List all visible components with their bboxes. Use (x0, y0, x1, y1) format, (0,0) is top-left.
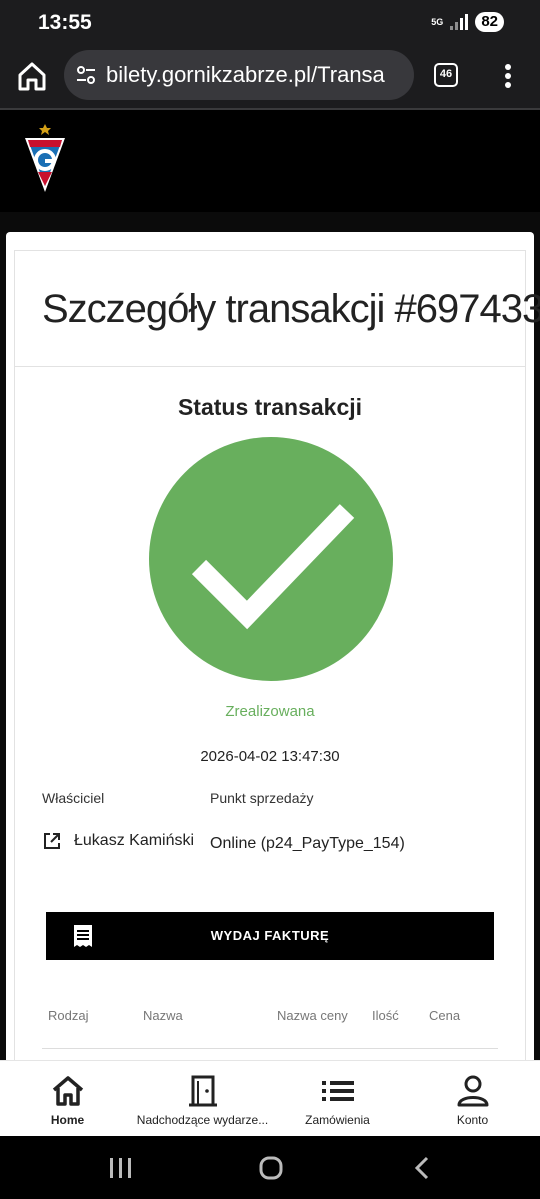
home-icon (52, 1076, 84, 1106)
status-time: 13:55 (38, 11, 92, 34)
list-icon (322, 1081, 354, 1101)
nav-label-orders: Zamówienia (305, 1113, 370, 1127)
issue-invoice-label[interactable]: WYDAJ FAKTURĘ (46, 928, 494, 943)
system-home-icon[interactable] (259, 1156, 283, 1180)
transaction-card: Szczegóły transakcji #6974332 Status tra… (6, 232, 540, 1080)
status-icons: 5G 82 (431, 12, 504, 32)
system-navigation-bar (0, 1136, 540, 1199)
owner-label: Właściciel (42, 790, 105, 806)
table-header-name: Nazwa (143, 1008, 183, 1023)
table-header-price-name: Nazwa ceny (277, 1008, 348, 1023)
network-5g-icon: 5G (431, 16, 444, 27)
table-header-type: Rodzaj (48, 1008, 89, 1023)
divider (15, 366, 525, 367)
club-logo[interactable] (22, 120, 68, 200)
sale-point-label: Punkt sprzedaży (210, 790, 314, 806)
back-icon[interactable] (412, 1156, 432, 1180)
status-badge: Zrealizowana (225, 703, 315, 720)
bottom-navigation: Home Nadchodzące wydarze... Zamówienia K… (0, 1060, 540, 1136)
sale-point-value: Online (p24_PayType_154) (210, 835, 405, 852)
browser-home-icon[interactable] (14, 58, 50, 94)
nav-item-home[interactable]: Home (0, 1061, 135, 1137)
table-divider (42, 1048, 498, 1049)
table-header-quantity: Ilość (372, 1008, 399, 1023)
site-header (0, 112, 540, 212)
tab-switcher-button[interactable]: 46 (434, 63, 458, 87)
url-text[interactable]: bilety.gornikzabrze.pl/Transa (106, 62, 411, 88)
status-heading: Status transakcji (177, 394, 363, 420)
success-check-icon (149, 437, 393, 681)
battery-indicator: 82 (475, 12, 504, 32)
address-bar[interactable]: bilety.gornikzabrze.pl/Transa (64, 50, 414, 100)
phone-screen: 13:55 5G 82 bilety.gornikzabrze.pl/Trans… (0, 0, 540, 1199)
nav-item-account[interactable]: Konto (405, 1061, 540, 1137)
table-header-price: Cena (429, 1008, 461, 1023)
nav-label-home: Home (50, 1113, 85, 1127)
recent-apps-icon[interactable] (108, 1156, 134, 1180)
browser-toolbar: bilety.gornikzabrze.pl/Transa 46 (0, 46, 540, 110)
page-title: Szczegóły transakcji #6974332 (42, 287, 540, 331)
page-background: Szczegóły transakcji #6974332 Status tra… (0, 112, 540, 1080)
transaction-datetime: 2026-04-02 13:47:30 (200, 748, 340, 765)
user-icon (457, 1075, 489, 1107)
signal-icon (450, 14, 469, 30)
issue-invoice-button[interactable]: WYDAJ FAKTURĘ (46, 912, 494, 960)
owner-name[interactable]: Łukasz Kamiński (74, 832, 194, 850)
door-icon (189, 1075, 217, 1107)
transaction-panel: Szczegóły transakcji #6974332 Status tra… (14, 250, 540, 1080)
more-options-icon[interactable] (496, 62, 520, 90)
external-link-icon[interactable] (42, 831, 62, 851)
status-bar: 13:55 5G 82 (0, 0, 540, 46)
owner-link[interactable]: Łukasz Kamiński (42, 831, 194, 851)
nav-item-upcoming-events[interactable]: Nadchodzące wydarze... (135, 1061, 270, 1137)
nav-label-upcoming-events: Nadchodzące wydarze... (136, 1113, 269, 1127)
nav-item-orders[interactable]: Zamówienia (270, 1061, 405, 1137)
nav-label-account: Konto (456, 1113, 489, 1127)
site-settings-icon[interactable] (76, 65, 96, 85)
